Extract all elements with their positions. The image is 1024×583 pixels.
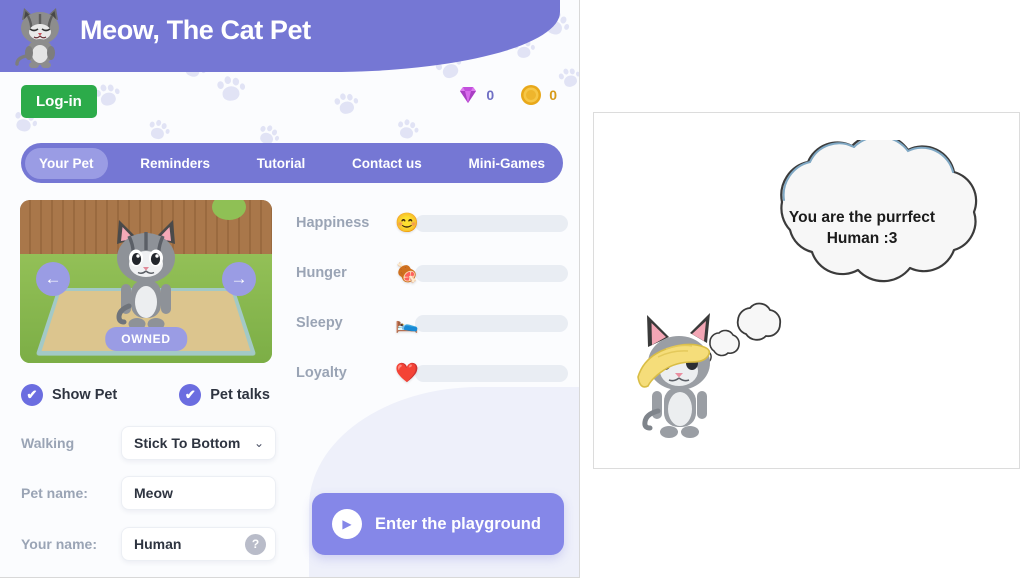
field-label-walking: Walking [21, 435, 75, 451]
enter-playground-button[interactable]: ▶ Enter the playground [312, 493, 564, 555]
tab-tutorial[interactable]: Tutorial [243, 148, 320, 179]
stat-row-hunger: Hunger 🍖 [296, 256, 568, 290]
stat-bar-loyalty [415, 364, 568, 382]
playground-preview-panel: You are the purrfect Human :3 [593, 112, 1020, 469]
thought-bubble: You are the purrfect Human :3 [691, 133, 1002, 366]
extension-popup-panel: Meow, The Cat Pet Log-in 0 0 Your Pet Re… [0, 0, 580, 578]
pet-name-value: Meow [134, 485, 173, 501]
next-pet-button[interactable]: → [222, 262, 256, 296]
pet-preview-stage: ← → OWNED [20, 200, 272, 363]
stat-bar-hunger [415, 264, 568, 282]
play-icon: ▶ [332, 509, 362, 539]
previous-pet-button[interactable]: ← [36, 262, 70, 296]
stat-label-happiness: Happiness [296, 215, 370, 231]
app-header: Meow, The Cat Pet [0, 0, 579, 78]
owned-status-badge: OWNED [105, 327, 187, 351]
walking-mode-value: Stick To Bottom [134, 435, 241, 451]
your-name-value: Human [134, 536, 182, 552]
gem-counter[interactable]: 0 [457, 85, 494, 105]
your-name-input[interactable]: Human ? [121, 527, 276, 561]
app-title: Meow, The Cat Pet [80, 15, 311, 45]
gem-icon [460, 87, 477, 103]
checkbox-show-pet[interactable]: ✔ Show Pet [21, 384, 117, 406]
stat-label-hunger: Hunger [296, 265, 347, 281]
stat-label-loyalty: Loyalty [296, 365, 347, 381]
thought-line-2: Human :3 [826, 229, 898, 247]
stat-row-happiness: Happiness 😊 [296, 206, 568, 240]
field-label-pet-name: Pet name: [21, 485, 88, 501]
enter-playground-label: Enter the playground [375, 514, 541, 533]
checkmark-icon: ✔ [21, 384, 43, 406]
smiling-face-icon: 😊 [395, 212, 419, 234]
stat-bar-sleepy [415, 314, 568, 332]
field-row-your-name: Your name: Human ? [21, 527, 276, 561]
gem-count: 0 [486, 87, 495, 103]
field-row-pet-name: Pet name: Meow [21, 476, 276, 510]
tab-reminders[interactable]: Reminders [126, 148, 224, 179]
pet-cat-sprite [116, 220, 175, 330]
tab-mini-games[interactable]: Mini-Games [455, 148, 560, 179]
main-tab-bar: Your Pet Reminders Tutorial Contact us M… [21, 143, 563, 183]
stat-row-loyalty: Loyalty ❤️ [296, 356, 568, 390]
checkbox-label-pet-talks: Pet talks [210, 387, 270, 403]
field-label-your-name: Your name: [21, 536, 97, 552]
meat-icon: 🍖 [395, 262, 419, 284]
coin-counter[interactable]: 0 [520, 84, 557, 106]
toggle-options-row: ✔ Show Pet ✔ Pet talks [21, 384, 270, 406]
help-icon[interactable]: ? [245, 533, 266, 555]
field-row-walking: Walking Stick To Bottom ⌄ [21, 426, 276, 460]
cat-logo-icon [15, 8, 59, 68]
walking-mode-select[interactable]: Stick To Bottom ⌄ [121, 426, 276, 460]
checkmark-icon: ✔ [179, 384, 202, 406]
petted-cat-icon[interactable] [634, 301, 734, 446]
checkbox-label-show-pet: Show Pet [52, 387, 118, 403]
pet-stats-list: Happiness 😊 Hunger 🍖 Sleepy 🛌 Loyalty ❤️ [296, 206, 568, 406]
coin-icon [521, 85, 542, 105]
tab-your-pet[interactable]: Your Pet [25, 147, 108, 179]
bed-icon: 🛌 [395, 312, 419, 334]
stat-label-sleepy: Sleepy [296, 315, 343, 331]
login-button[interactable]: Log-in [21, 85, 97, 118]
pet-name-input[interactable]: Meow [121, 476, 276, 510]
currency-counters: 0 0 [457, 84, 557, 106]
checkbox-pet-talks[interactable]: ✔ Pet talks [179, 384, 270, 406]
chevron-down-icon: ⌄ [253, 436, 264, 450]
thought-line-1: You are the purrfect [788, 209, 936, 226]
stat-bar-happiness [415, 214, 568, 232]
stat-row-sleepy: Sleepy 🛌 [296, 306, 568, 340]
heart-icon: ❤️ [395, 362, 419, 384]
thought-bubble-text: You are the purrfect Human :3 [722, 208, 1002, 250]
tab-contact-us[interactable]: Contact us [338, 148, 436, 179]
coin-count: 0 [549, 87, 557, 103]
